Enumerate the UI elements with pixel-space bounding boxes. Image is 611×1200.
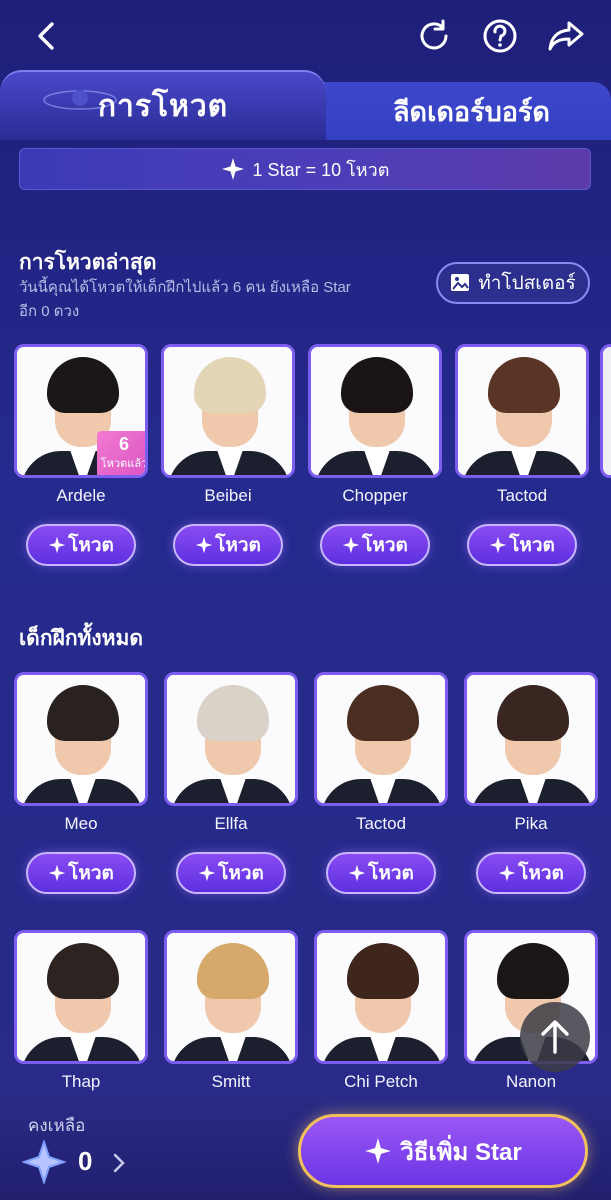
vote-button-label: โหวต: [215, 535, 261, 556]
vote-button-label: โหวต: [368, 863, 414, 884]
top-bar: [0, 0, 611, 72]
how-to-get-star-label: วิธีเพิ่ม Star: [400, 1138, 522, 1166]
vote-button[interactable]: โหวต: [476, 852, 586, 894]
trainee-name: Beibei: [204, 486, 252, 505]
trainee-photo[interactable]: 6 โหวตแล้ว: [14, 344, 148, 478]
trainee-photo[interactable]: [464, 672, 598, 806]
star-icon: [342, 536, 360, 554]
refresh-button[interactable]: [412, 14, 456, 58]
votes-count: 6: [118, 434, 129, 454]
arrow-up-icon: [541, 1020, 569, 1054]
trainee-name: Chi Petch: [344, 1072, 418, 1091]
vote-button-label: โหวต: [68, 863, 114, 884]
star-icon: [365, 1138, 392, 1164]
star-icon: [221, 158, 244, 180]
votes-given-badge: 6 โหวตแล้ว: [97, 431, 148, 475]
star-icon: [48, 536, 66, 554]
star-rate-banner: 1 Star = 10 โหวต: [19, 148, 591, 190]
trainee-name: Thap: [61, 1072, 101, 1091]
trainee-name: Ellfa: [214, 814, 248, 833]
share-button[interactable]: [544, 14, 588, 58]
vote-button-label: โหวต: [518, 863, 564, 884]
trainee-photo[interactable]: [314, 672, 448, 806]
vote-button[interactable]: โหวต: [26, 852, 136, 894]
trainee-photo[interactable]: [161, 344, 295, 478]
trainee-name: Smitt: [211, 1072, 251, 1091]
help-icon: [483, 19, 517, 53]
tab-bar: ลีดเดอร์บอร์ด การโหวต: [0, 70, 611, 142]
chevron-left-icon: [38, 22, 54, 50]
latest-votes-subtitle-line1: วันนี้คุณได้โหวตให้เด็กฝึกไปแล้ว 6 คน ยั…: [19, 279, 351, 296]
tab-vote[interactable]: การโหวต: [0, 70, 326, 140]
trainee-photo[interactable]: [14, 672, 148, 806]
chevron-right-icon[interactable]: [112, 1152, 126, 1174]
trainee-photo[interactable]: [164, 930, 298, 1064]
trainee-name: Tactod: [355, 814, 407, 833]
trainee-name: Ardele: [56, 486, 106, 505]
trainee-name: Meo: [64, 814, 98, 833]
trainee-name: Nanon: [505, 1072, 557, 1091]
vote-button-label: โหวต: [218, 863, 264, 884]
help-button[interactable]: [478, 14, 522, 58]
share-icon: [548, 21, 584, 51]
tab-leaderboard[interactable]: ลีดเดอร์บอร์ด: [312, 82, 611, 140]
make-poster-label: ทำโปสเตอร์: [478, 273, 576, 294]
vote-button[interactable]: โหวต: [176, 852, 286, 894]
vote-button[interactable]: โหวต: [320, 524, 430, 566]
vote-button[interactable]: โหวต: [26, 524, 136, 566]
trainee-photo[interactable]: [308, 344, 442, 478]
votes-count-label: โหวตแล้ว: [100, 458, 148, 470]
all-trainees-title: เด็กฝึกทั้งหมด: [19, 627, 143, 650]
refresh-icon: [420, 19, 448, 50]
back-button[interactable]: [24, 14, 68, 58]
vote-button-label: โหวต: [68, 535, 114, 556]
vote-button[interactable]: โหวต: [326, 852, 436, 894]
how-to-get-star-button[interactable]: วิธีเพิ่ม Star: [298, 1114, 588, 1188]
star-icon: [195, 536, 213, 554]
latest-votes-subtitle: วันนี้คุณได้โหวตให้เด็กฝึกไปแล้ว 6 คน ยั…: [19, 276, 419, 324]
star-rate-text: 1 Star = 10 โหวต: [252, 159, 390, 180]
trainee-photo[interactable]: [14, 930, 148, 1064]
star-icon: [489, 536, 507, 554]
tab-leaderboard-label: ลีดเดอร์บอร์ด: [393, 96, 550, 127]
trainee-photo[interactable]: [164, 672, 298, 806]
trainee-card-partial[interactable]: [600, 344, 611, 478]
vote-button-label: โหวต: [509, 535, 555, 556]
image-edit-icon: [451, 274, 470, 291]
star-icon: [48, 864, 66, 882]
latest-votes-title: การโหวตล่าสุด: [19, 251, 157, 274]
scroll-to-top-button[interactable]: [520, 1002, 590, 1072]
make-poster-button[interactable]: ทำโปสเตอร์: [436, 262, 590, 304]
trainee-photo[interactable]: [314, 930, 448, 1064]
tab-vote-label: การโหวต: [97, 89, 229, 123]
star-icon: [198, 864, 216, 882]
latest-votes-subtitle-line2: อีก 0 ดวง: [19, 303, 80, 320]
star-balance-icon: [22, 1140, 66, 1184]
vote-button-label: โหวต: [362, 535, 408, 556]
vote-button[interactable]: โหวต: [173, 524, 283, 566]
star-icon: [498, 864, 516, 882]
trainee-name: Chopper: [342, 486, 408, 505]
trainee-photo[interactable]: [455, 344, 589, 478]
star-icon: [348, 864, 366, 882]
vote-button[interactable]: โหวต: [467, 524, 577, 566]
remaining-label: คงเหลือ: [28, 1116, 86, 1135]
trainee-name: Tactod: [496, 486, 548, 505]
trainee-name: Pika: [514, 814, 548, 833]
remaining-value: 0: [78, 1146, 93, 1176]
